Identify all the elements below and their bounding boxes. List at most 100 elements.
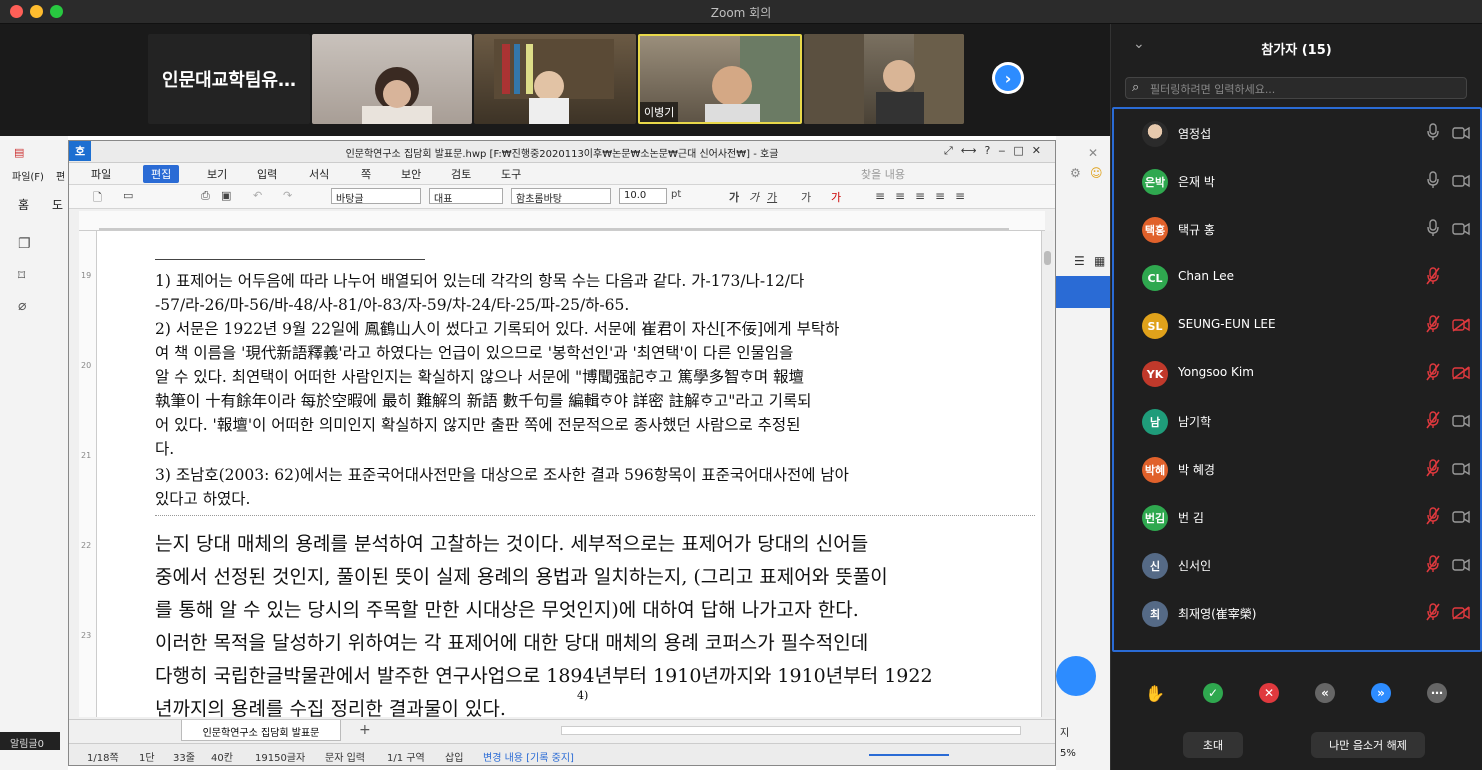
video-tile-2[interactable] (474, 34, 636, 124)
status-track[interactable]: 변경 내용 [기록 중지] (483, 749, 574, 764)
rep-select[interactable]: 대표 (429, 188, 503, 205)
participant-row[interactable]: 박혜 박 혜경 (1114, 445, 1480, 493)
menu-insert[interactable]: 입력 (257, 166, 277, 182)
attachment-icon[interactable]: ⌀ (18, 298, 26, 314)
camera-icon[interactable] (1452, 413, 1470, 428)
participant-row[interactable]: 염정섭 (1114, 109, 1480, 157)
footnote-reference[interactable]: 4) (577, 689, 588, 702)
copy-icon[interactable]: ❐ (18, 236, 31, 252)
document-tab[interactable]: 인문학연구소 집담회 발표문 (181, 720, 341, 741)
align-justify-icon[interactable]: ≡ (875, 189, 885, 203)
menu-format[interactable]: 서식 (309, 166, 329, 182)
participant-row[interactable]: SL SEUNG-EUN LEE (1114, 301, 1480, 349)
underline-icon[interactable]: 가 (767, 189, 777, 205)
participant-row[interactable]: 택홍 택규 홍 (1114, 205, 1480, 253)
mic-muted-icon[interactable] (1426, 267, 1440, 285)
participant-row[interactable]: CL Chan Lee (1114, 253, 1480, 301)
next-page-button[interactable]: › (992, 62, 1024, 94)
menu-review[interactable]: 검토 (451, 166, 471, 182)
camera-off-icon[interactable] (1452, 365, 1470, 380)
background-menu-edit[interactable]: 편 (56, 168, 65, 183)
mic-icon[interactable] (1426, 171, 1440, 189)
camera-icon[interactable] (1452, 125, 1470, 140)
camera-icon[interactable] (1452, 269, 1470, 283)
print-icon[interactable]: ⎙ (201, 189, 210, 203)
unmute-me-button[interactable]: 나만 음소거 해제 (1311, 732, 1425, 758)
video-tile-text[interactable]: 인문대교학팀유… (148, 34, 310, 124)
smiley-icon[interactable]: ☺ (1090, 166, 1103, 180)
bold-icon[interactable]: 가 (729, 189, 739, 205)
strike-icon[interactable]: 가 (801, 189, 811, 205)
yes-icon[interactable]: ✓ (1203, 683, 1223, 703)
open-icon[interactable]: ▭ (123, 189, 133, 202)
font-select[interactable]: 함초롬바탕 (511, 188, 611, 205)
vertical-scrollbar[interactable] (1041, 231, 1053, 717)
participant-row[interactable]: 은박 은재 박 (1114, 157, 1480, 205)
align-center-icon[interactable]: ≡ (915, 189, 925, 203)
slow-down-icon[interactable]: « (1315, 683, 1335, 703)
menu-file[interactable]: 파일 (91, 166, 111, 182)
mic-icon[interactable] (1426, 123, 1440, 141)
mic-muted-icon[interactable] (1426, 411, 1440, 429)
grid-icon[interactable]: ▦ (1094, 254, 1105, 268)
menu-view[interactable]: 보기 (207, 166, 227, 182)
window-controls[interactable]: ⤢⟷?‒□✕ (944, 144, 1049, 158)
camera-off-icon[interactable] (1452, 317, 1470, 332)
participant-row[interactable]: 최 최재영(崔宰榮) (1114, 589, 1480, 637)
participant-row[interactable]: 번김 번 김 (1114, 493, 1480, 541)
camera-off-icon[interactable] (1452, 605, 1470, 620)
mic-muted-icon[interactable] (1426, 459, 1440, 477)
participant-row[interactable]: 신 신서인 (1114, 541, 1480, 589)
style-select[interactable]: 바탕글 (331, 188, 421, 205)
new-doc-icon[interactable]: 🗋 (93, 189, 102, 208)
menu-security[interactable]: 보안 (401, 166, 421, 182)
add-tab-button[interactable]: + (359, 722, 371, 738)
menu-tools[interactable]: 도구 (501, 166, 521, 182)
preview-icon[interactable]: ▣ (221, 189, 231, 202)
find-input[interactable]: 찾을 내용 (861, 166, 905, 182)
background-tab-home[interactable]: 홈 (18, 196, 29, 213)
menu-page[interactable]: 쪽 (361, 166, 371, 182)
document-page[interactable]: 1) 표제어는 어두음에 따라 나누어 배열되어 있는데 각각의 항목 수는 다… (97, 231, 1043, 717)
invite-button[interactable]: 초대 (1183, 732, 1243, 758)
participant-row[interactable]: 남 남기학 (1114, 397, 1480, 445)
menu-edit[interactable]: 편집 (143, 165, 180, 183)
video-tile-4[interactable] (804, 34, 964, 124)
no-icon[interactable]: ✕ (1259, 683, 1279, 703)
chat-bubble-icon[interactable] (1056, 656, 1096, 696)
video-tile-1[interactable] (312, 34, 472, 124)
speed-up-icon[interactable]: » (1371, 683, 1391, 703)
more-icon[interactable]: ⋯ (1427, 683, 1447, 703)
camera-icon[interactable] (1452, 509, 1470, 524)
italic-icon[interactable]: 가 (749, 189, 759, 205)
mic-icon[interactable] (1426, 219, 1440, 237)
zoom-slider[interactable] (869, 754, 949, 756)
align-right-icon[interactable]: ≡ (935, 189, 945, 203)
close-icon[interactable]: ✕ (1088, 146, 1098, 160)
mic-muted-icon[interactable] (1426, 363, 1440, 381)
raise-hand-icon[interactable]: ✋ (1145, 683, 1165, 703)
status-insert[interactable]: 삽입 (445, 749, 463, 764)
camera-icon[interactable] (1452, 221, 1470, 236)
redo-icon[interactable]: ↷ (283, 189, 292, 202)
camera-icon[interactable] (1452, 557, 1470, 572)
menu-icon[interactable]: ☰ (1074, 254, 1085, 268)
bookmark-icon[interactable]: ⌑ (18, 268, 25, 284)
align-distribute-icon[interactable]: ≡ (955, 189, 965, 203)
scroll-thumb[interactable] (1044, 251, 1051, 265)
mic-muted-icon[interactable] (1426, 603, 1440, 621)
undo-icon[interactable]: ↶ (253, 189, 262, 202)
camera-icon[interactable] (1452, 461, 1470, 476)
align-left-icon[interactable]: ≡ (895, 189, 905, 203)
background-menu-file[interactable]: 파일(F) (12, 168, 44, 183)
horizontal-scrollbar[interactable] (561, 726, 1021, 735)
mic-muted-icon[interactable] (1426, 555, 1440, 573)
background-tab-other[interactable]: 도 (52, 196, 63, 213)
participant-row[interactable]: YK Yongsoo Kim (1114, 349, 1480, 397)
camera-icon[interactable] (1452, 173, 1470, 188)
font-size-input[interactable]: 10.0 (619, 188, 667, 204)
video-tile-active[interactable]: 이병기 (638, 34, 802, 124)
participant-search-input[interactable]: ⌕ 필터링하려면 입력하세요... (1125, 77, 1467, 99)
mic-muted-icon[interactable] (1426, 507, 1440, 525)
gear-icon[interactable]: ⚙ (1070, 166, 1081, 180)
